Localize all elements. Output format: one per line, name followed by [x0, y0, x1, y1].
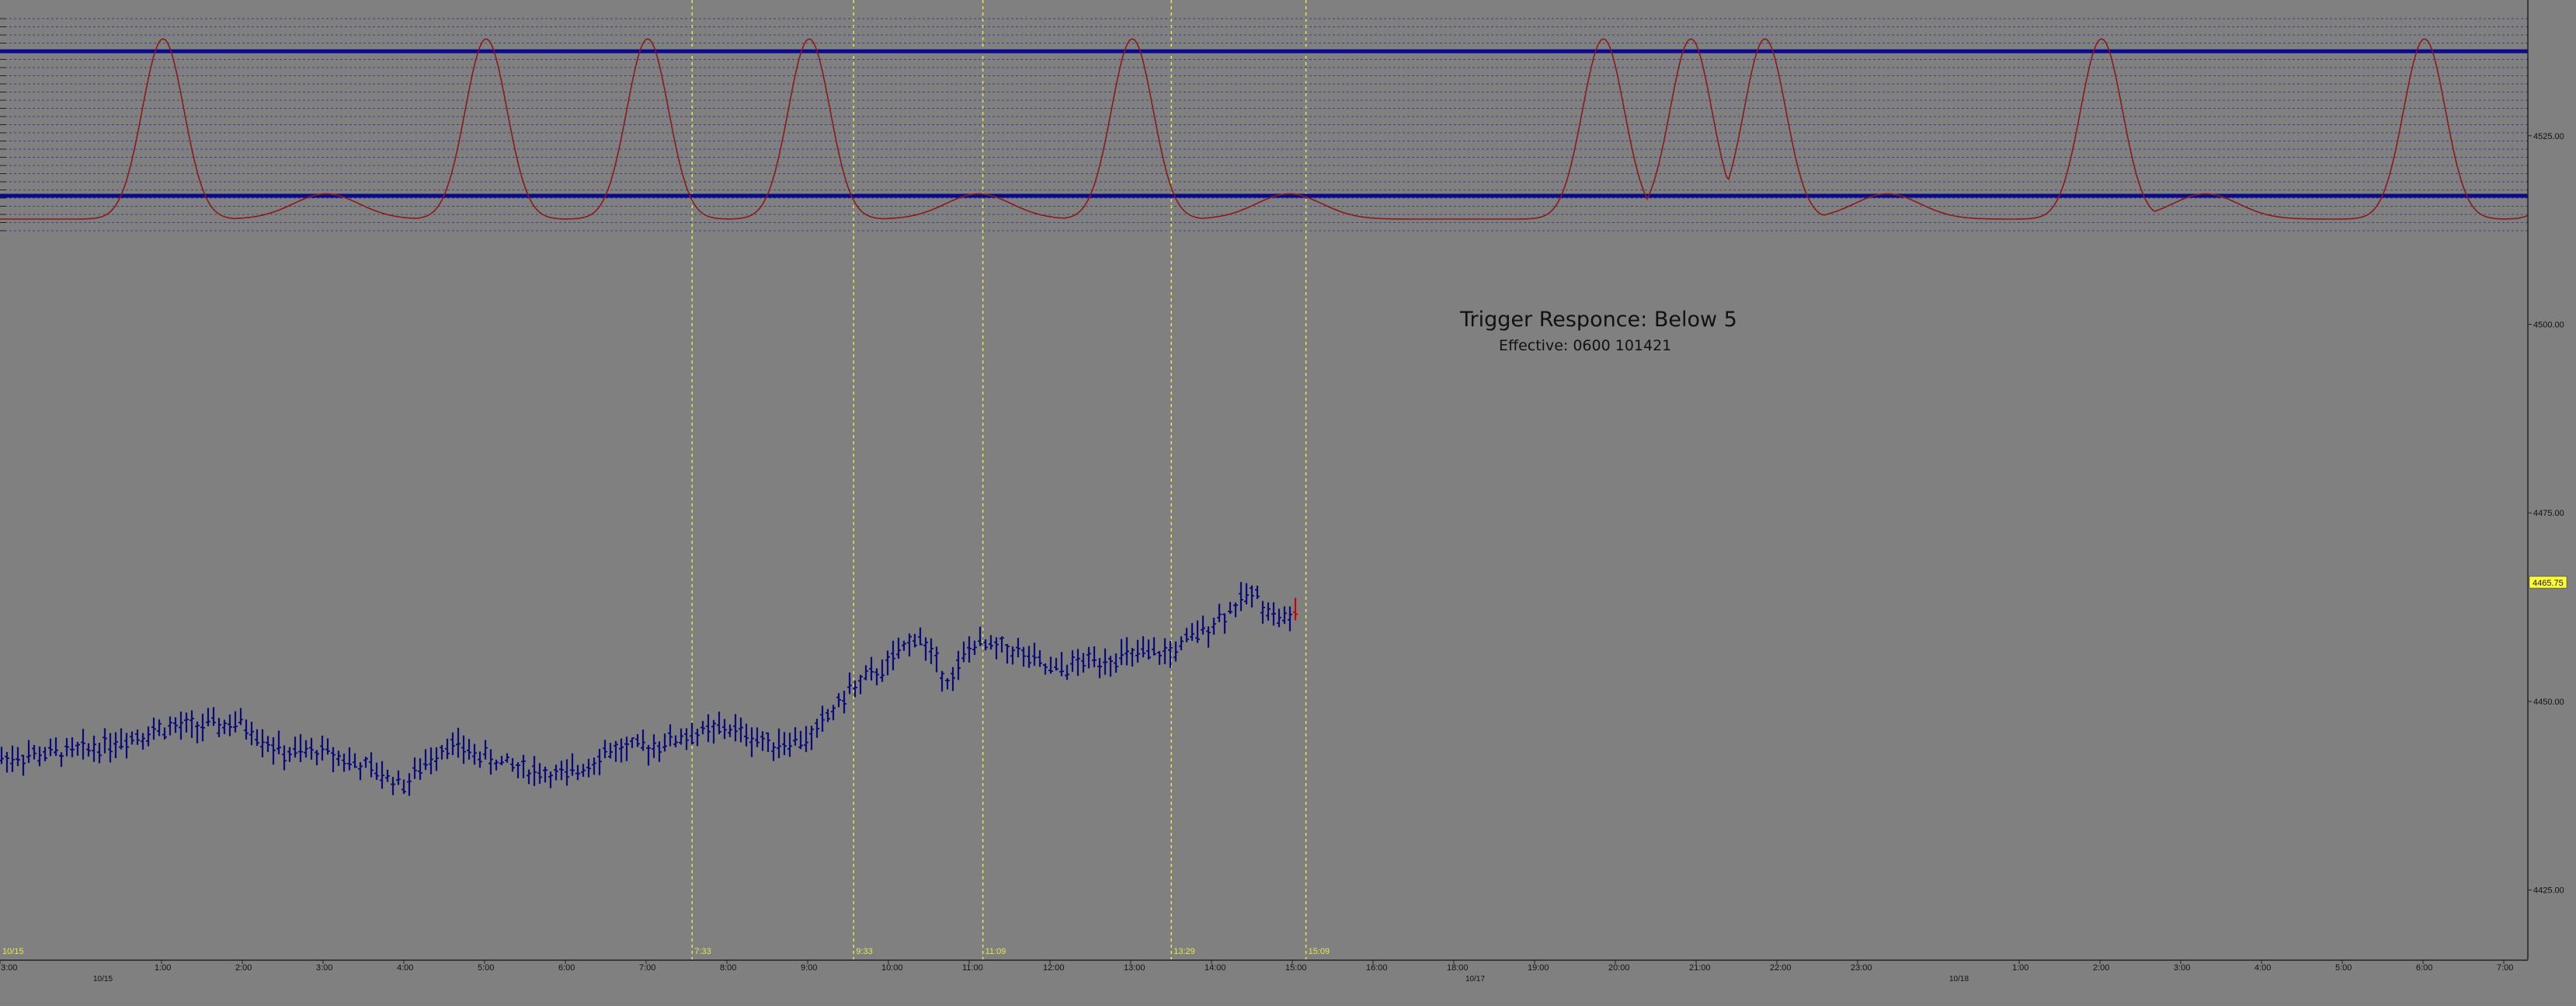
time-tick-label: 1:00: [155, 963, 171, 973]
trigger-title: Trigger Responce: Below 5: [1460, 308, 1737, 332]
time-tick-label: 11:00: [962, 963, 983, 973]
time-tick-label: 7:00: [2497, 963, 2513, 973]
time-tick-label: 6:00: [2416, 963, 2432, 973]
price-tick-label: 4475.00: [2533, 509, 2564, 518]
current-price-label: 4465.75: [2533, 579, 2564, 588]
time-tick-label: 13:00: [1124, 963, 1145, 973]
marker-label: 15:09: [1309, 947, 1330, 956]
time-tick-label: 7:00: [639, 963, 655, 973]
time-axis: 3:00 1:00 2:00 3:00 4:00 5:00 6:00 7:00 8:00 9:00…: [0, 959, 2528, 983]
time-tick-label: 19:00: [1528, 963, 1549, 973]
time-tick-label: 3:00: [1, 963, 17, 973]
time-tick-label: 10:00: [881, 963, 903, 973]
date-label: 10/15: [93, 975, 113, 983]
price-tick-label: 4500.00: [2533, 320, 2564, 329]
time-tick-label: 16:00: [1366, 963, 1388, 973]
time-tick-label: 4:00: [2254, 963, 2271, 973]
session-marker-lines: 7:33 9:33 11:09 13:29 15:09 10/15: [2, 0, 1330, 959]
time-tick-label: 3:00: [316, 963, 332, 973]
time-tick-label: 1:00: [2012, 963, 2028, 973]
time-tick-label: 4:00: [397, 963, 413, 973]
date-label: 10/17: [1465, 975, 1485, 983]
price-tick-label: 4425.00: [2533, 886, 2564, 896]
time-tick-label: 8:00: [720, 963, 736, 973]
time-tick-label: 12:00: [1043, 963, 1065, 973]
time-tick-label: 3:00: [2174, 963, 2190, 973]
time-tick-label: 2:00: [235, 963, 252, 973]
time-tick-label: 20:00: [1608, 963, 1630, 973]
time-tick-label: 5:00: [478, 963, 494, 973]
time-tick-label: 14:00: [1205, 963, 1226, 973]
price-bars: [0, 582, 1298, 796]
marker-label: 7:33: [694, 947, 711, 956]
time-tick-label: 22:00: [1770, 963, 1792, 973]
time-tick-label: 5:00: [2335, 963, 2352, 973]
marker-label: 13:29: [1173, 947, 1195, 956]
chart-canvas: 7:33 9:33 11:09 13:29 15:09 10/15 4525.00 4500…: [0, 0, 2567, 983]
marker-label: 11:09: [986, 947, 1006, 956]
price-tick-label: 4525.00: [2533, 132, 2564, 141]
marker-label: 9:33: [856, 947, 872, 956]
time-tick-label: 9:00: [801, 963, 817, 973]
marker-label: 10/15: [2, 947, 24, 956]
date-label: 10/18: [1949, 975, 1969, 983]
price-tick-label: 4450.00: [2533, 698, 2564, 707]
oscillator-line: [0, 38, 2529, 220]
time-tick-label: 21:00: [1689, 963, 1711, 973]
time-tick-label: 15:00: [1285, 963, 1307, 973]
time-tick-label: 18:00: [1447, 963, 1469, 973]
time-tick-label: 23:00: [1851, 963, 1872, 973]
time-tick-label: 2:00: [2093, 963, 2109, 973]
time-tick-label: 6:00: [558, 963, 575, 973]
price-axis: 4525.00 4500.00 4475.00 4450.00 4425.00 4465.…: [2527, 0, 2567, 959]
oscillator-bands: [0, 49, 2528, 198]
trigger-effective: Effective: 0600 101421: [1499, 337, 1672, 354]
